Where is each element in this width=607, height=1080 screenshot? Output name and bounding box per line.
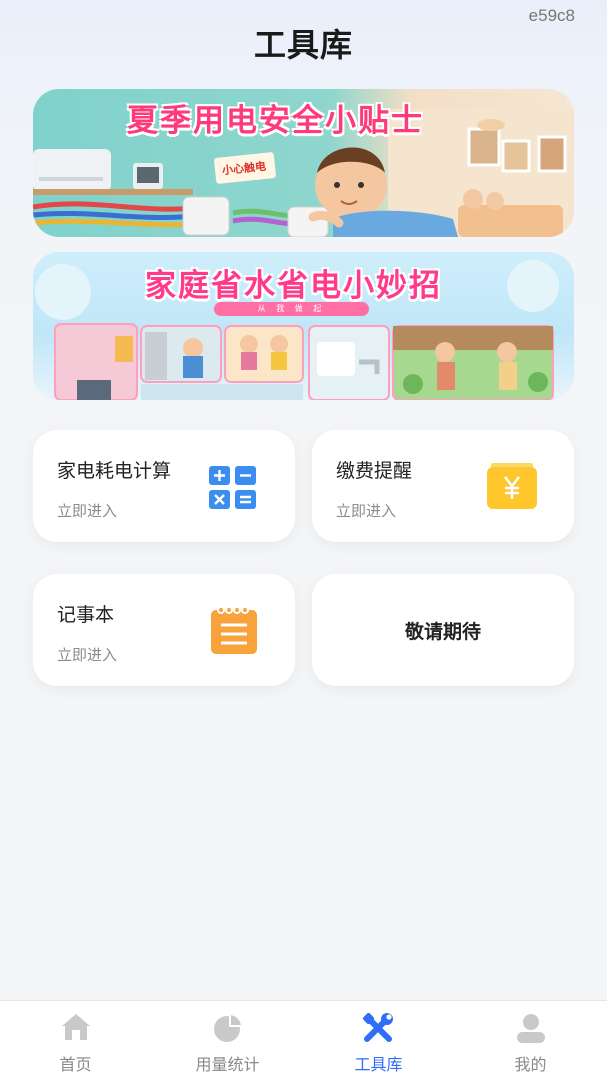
page-title: 工具库 [253, 26, 353, 64]
card-coming-soon: 敬请期待 [312, 574, 574, 686]
tab-usage-stats[interactable]: 用量统计 [152, 1001, 303, 1080]
home-icon [61, 1014, 90, 1040]
tools-icon [362, 1013, 393, 1042]
card-title: 缴费提醒 [336, 460, 413, 482]
card-title: 家电耗电计算 [57, 460, 172, 482]
banner-save-water-electricity[interactable]: 家庭省水省电小妙招 从 我 做 起 [33, 252, 574, 400]
tab-label: 我的 [514, 1055, 547, 1074]
banner-summer-safety-title: 夏季用电安全小贴士 [127, 103, 424, 139]
card-enter-link: 立即进入 [57, 646, 118, 664]
pie-chart-icon [213, 1013, 243, 1042]
tab-home[interactable]: 首页 [0, 1001, 151, 1080]
card-notepad[interactable]: 记事本 立即进入 [33, 574, 295, 686]
card-title: 记事本 [57, 604, 115, 626]
banner-save-title: 家庭省水省电小妙招 [145, 268, 442, 304]
card-appliance-power-calc[interactable]: 家电耗电计算 立即进入 [33, 430, 295, 542]
card-enter-link: 立即进入 [336, 502, 397, 520]
yen-wallet-icon [487, 463, 537, 509]
tab-label: 用量统计 [195, 1055, 260, 1074]
tab-label: 首页 [59, 1055, 92, 1074]
card-payment-reminder[interactable]: 缴费提醒 立即进入 [312, 430, 574, 542]
notepad-icon [211, 606, 257, 654]
tab-tools[interactable]: 工具库 [303, 1001, 454, 1080]
tab-me[interactable]: 我的 [455, 1001, 606, 1080]
calculator-icon [209, 466, 256, 509]
tools-page: e59c8 工具库 夏季用电安全小贴士 小心触电 家庭省水省电小妙招 从 我 做… [0, 0, 607, 1080]
banner-summer-safety[interactable]: 夏季用电安全小贴士 小心触电 [33, 89, 574, 237]
bottom-tab-bar: 首页 用量统计 工具库 我的 [0, 1000, 607, 1080]
tab-label: 工具库 [354, 1055, 403, 1074]
card-enter-link: 立即进入 [57, 502, 118, 520]
coming-soon-label: 敬请期待 [404, 620, 481, 643]
user-icon [516, 1014, 545, 1043]
banner-save-subtitle: 从 我 做 起 [214, 302, 369, 316]
